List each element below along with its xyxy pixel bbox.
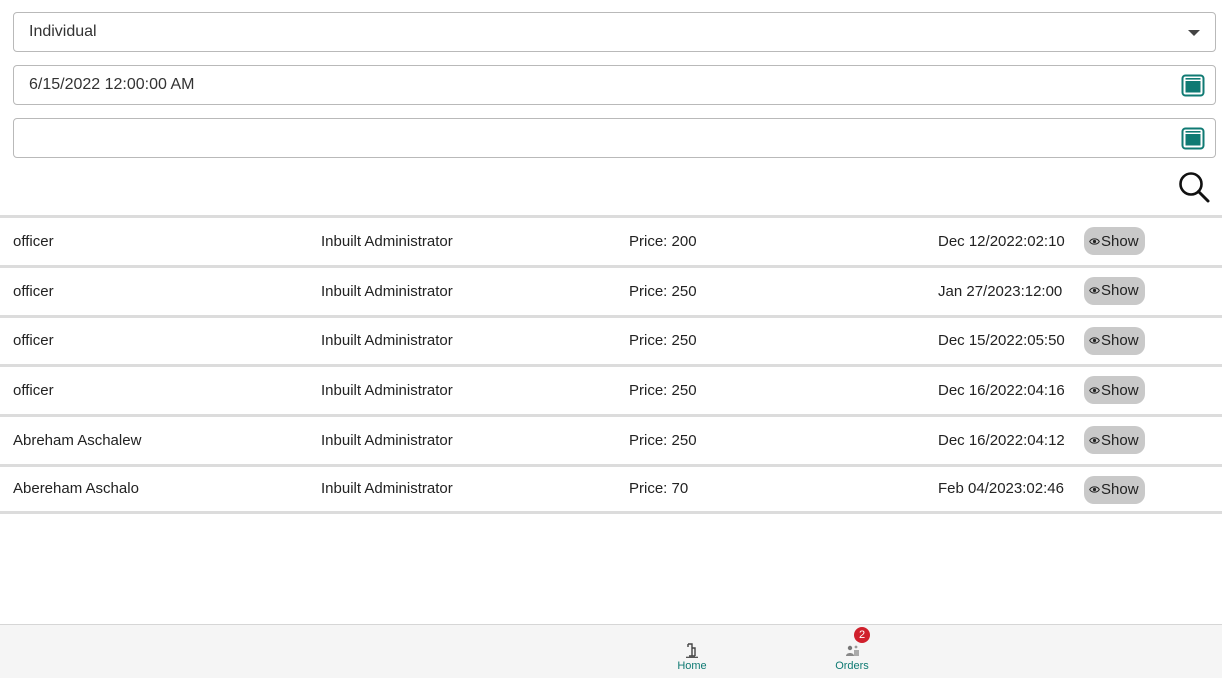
show-button-label: Show [1101, 431, 1139, 449]
record-name: Abreham Aschalew [13, 432, 142, 450]
chevron-down-icon[interactable] [1188, 30, 1200, 36]
record-admin: Inbuilt Administrator [321, 382, 453, 400]
show-button-label: Show [1101, 332, 1139, 350]
eye-icon [1089, 287, 1100, 294]
start-date-field[interactable]: 6/15/2022 12:00:00 AM [13, 65, 1216, 105]
record-name: officer [13, 332, 54, 350]
list-item: officer Inbuilt Administrator Price: 250… [0, 314, 1222, 365]
record-date: Dec 16/2022:04:12 [938, 432, 1065, 450]
show-button-label: Show [1101, 232, 1139, 250]
record-date: Dec 12/2022:02:10 [938, 232, 1065, 250]
record-price: Price: 250 [629, 432, 697, 450]
type-select-value: Individual [29, 23, 97, 40]
eye-icon [1089, 237, 1100, 245]
record-name: officer [13, 232, 54, 250]
record-admin: Inbuilt Administrator [321, 232, 453, 250]
nav-home[interactable]: Home [652, 625, 732, 679]
nav-home-label: Home [677, 660, 707, 672]
end-date-field[interactable] [13, 118, 1216, 158]
list-item: Abreham Aschalew Inbuilt Administrator P… [0, 414, 1222, 464]
list-item: Abereham Aschalo Inbuilt Administrator P… [0, 463, 1222, 514]
record-date: Dec 16/2022:04:16 [938, 382, 1065, 400]
calendar-icon[interactable] [1181, 126, 1205, 150]
type-select[interactable]: Individual [13, 12, 1216, 52]
record-admin: Inbuilt Administrator [321, 480, 453, 498]
eye-icon [1089, 437, 1100, 444]
show-button-label: Show [1101, 282, 1139, 300]
record-admin: Inbuilt Administrator [321, 332, 453, 350]
record-admin: Inbuilt Administrator [321, 282, 453, 300]
record-price: Price: 250 [629, 332, 697, 350]
show-button[interactable]: Show [1084, 426, 1145, 455]
list-item: officer Inbuilt Administrator Price: 250… [0, 264, 1222, 315]
nav-orders-label: Orders [835, 660, 869, 672]
nav-orders[interactable]: Orders 2 [812, 625, 892, 679]
list-item: officer Inbuilt Administrator Price: 250… [0, 364, 1222, 414]
calendar-icon[interactable] [1181, 73, 1205, 97]
orders-count-badge: 2 [854, 627, 870, 643]
show-button[interactable]: Show [1084, 376, 1145, 405]
eye-icon [1089, 387, 1100, 394]
bottom-nav: Home Orders 2 [0, 624, 1222, 678]
search-icon[interactable] [1177, 170, 1211, 204]
home-icon [686, 643, 698, 658]
eye-icon [1089, 486, 1100, 494]
show-button[interactable]: Show [1084, 475, 1145, 504]
show-button[interactable]: Show [1084, 326, 1145, 355]
record-price: Price: 250 [629, 282, 697, 300]
record-name: officer [13, 282, 54, 300]
record-price: Price: 250 [629, 382, 697, 400]
list-item: officer Inbuilt Administrator Price: 200… [0, 215, 1222, 265]
eye-icon [1089, 337, 1100, 344]
record-price: Price: 200 [629, 232, 697, 250]
record-date: Dec 15/2022:05:50 [938, 332, 1065, 350]
show-button[interactable]: Show [1084, 276, 1145, 305]
record-price: Price: 70 [629, 480, 689, 498]
filter-panel: Individual 6/15/2022 12:00:00 AM [13, 12, 1216, 171]
record-name: Abereham Aschalo [13, 480, 139, 498]
record-date: Jan 27/2023:12:00 [938, 282, 1063, 300]
orders-icon [846, 645, 859, 656]
records-list: officer Inbuilt Administrator Price: 200… [0, 215, 1222, 514]
show-button[interactable]: Show [1084, 227, 1145, 255]
start-date-value: 6/15/2022 12:00:00 AM [29, 76, 195, 93]
show-button-label: Show [1101, 481, 1139, 499]
show-button-label: Show [1101, 381, 1139, 399]
record-admin: Inbuilt Administrator [321, 432, 453, 450]
record-date: Feb 04/2023:02:46 [938, 480, 1064, 498]
record-name: officer [13, 382, 54, 400]
